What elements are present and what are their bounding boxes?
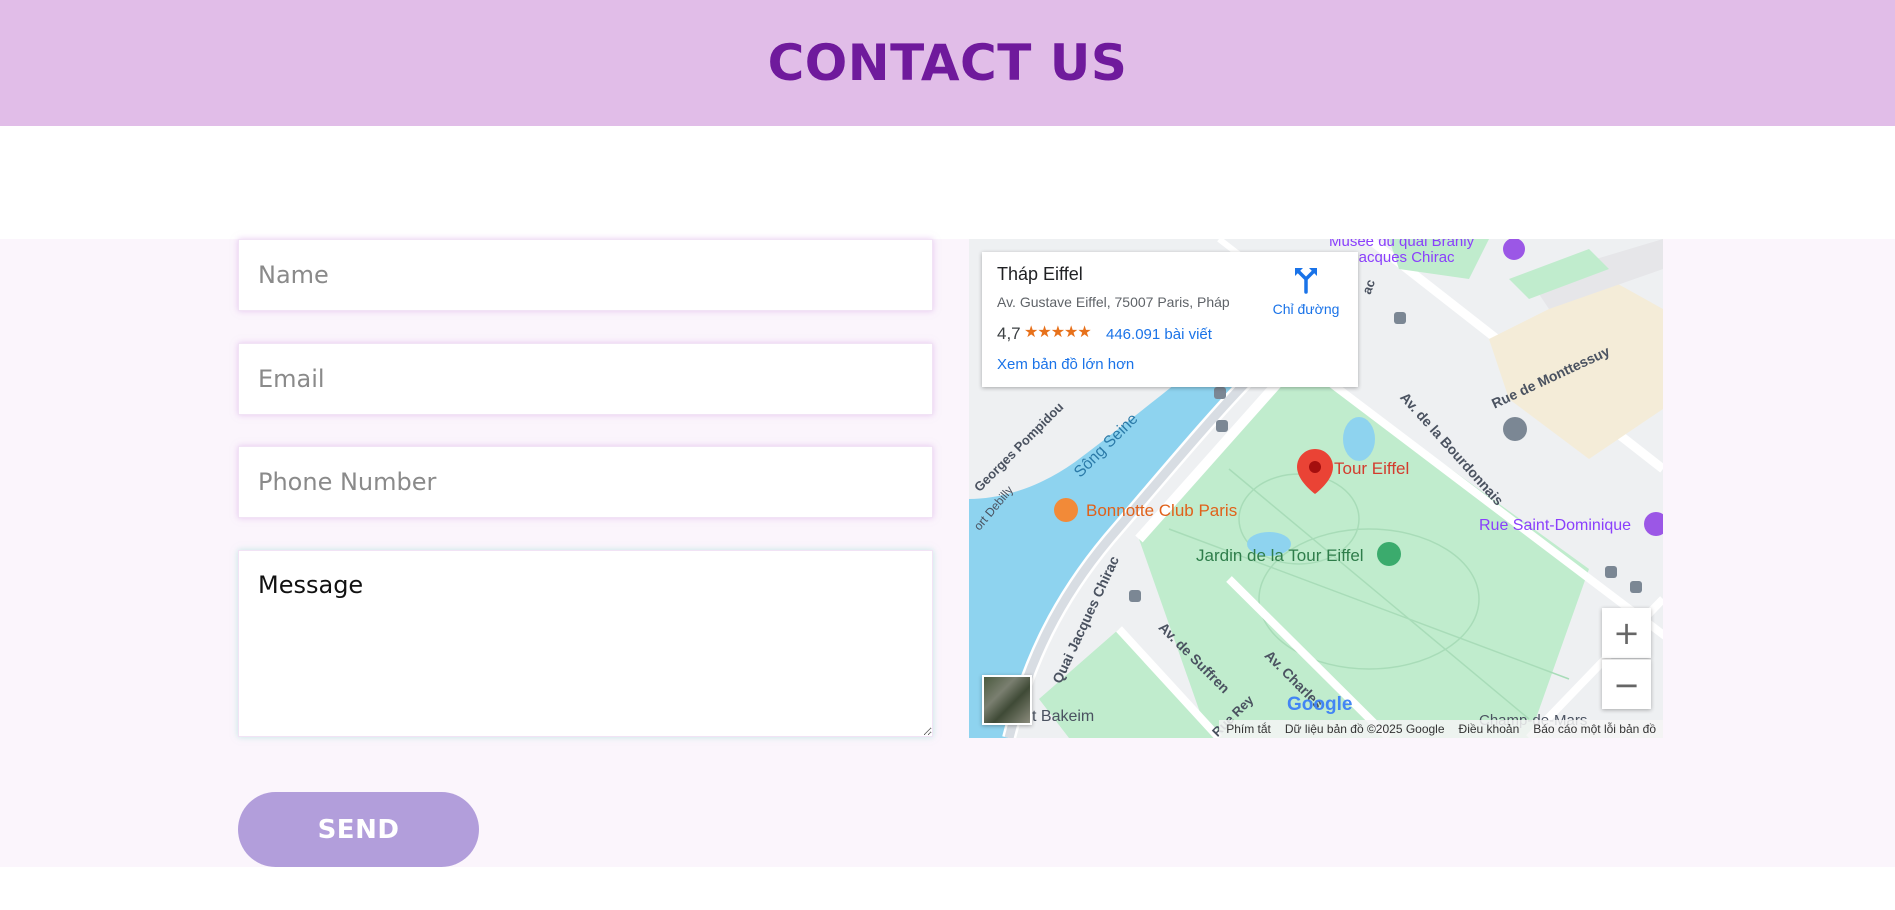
map-label: t Bakeim [1032,708,1095,725]
rating-stars-icon: ★★★★★ [1024,324,1092,341]
email-field[interactable] [238,343,933,415]
directions-button[interactable]: Chỉ đường [1262,264,1350,317]
directions-label: Chỉ đường [1272,301,1340,317]
name-field[interactable] [238,239,933,311]
map-footer: Phím tắt Dữ liệu bản đồ ©2025 Google Điề… [1219,720,1663,738]
embedded-map[interactable]: Musée du quai Branly - Jacques Chirac Av… [969,239,1663,738]
send-button[interactable]: SEND [238,792,479,867]
page-header: CONTACT US [0,0,1895,126]
larger-map-link[interactable]: Xem bản đồ lớn hơn [997,356,1134,373]
place-rating: 4,7 [997,324,1021,343]
reviews-link[interactable]: 446.091 bài viết [1106,326,1212,343]
map-label: Tour Eiffel [1334,459,1410,478]
map-label: Bonnotte Club Paris [1086,501,1238,520]
google-logo: Google [1287,694,1353,715]
map-label: Jardin de la Tour Eiffel [1196,546,1364,565]
map-label: Rue Saint-Dominique [1479,517,1632,534]
directions-icon [1295,268,1317,294]
place-title: Tháp Eiffel [997,264,1083,284]
zoom-in-button[interactable]: + [1602,608,1651,658]
map-data-attribution: Dữ liệu bản đồ ©2025 Google [1284,722,1445,736]
message-field[interactable] [238,550,933,737]
terms-link[interactable]: Điều khoản [1459,722,1520,736]
page-title: CONTACT US [767,34,1128,92]
report-error-link[interactable]: Báo cáo một lỗi bản đồ [1533,722,1656,736]
zoom-out-button[interactable]: − [1602,659,1651,709]
place-info-card: Tháp Eiffel Av. Gustave Eiffel, 75007 Pa… [982,252,1358,387]
place-address: Av. Gustave Eiffel, 75007 Paris, Pháp [997,294,1230,310]
phone-field[interactable] [238,446,933,518]
map-label: - Jacques Chirac [1342,249,1455,266]
satellite-toggle[interactable] [982,675,1032,725]
keyboard-shortcuts-link[interactable]: Phím tắt [1226,722,1271,736]
